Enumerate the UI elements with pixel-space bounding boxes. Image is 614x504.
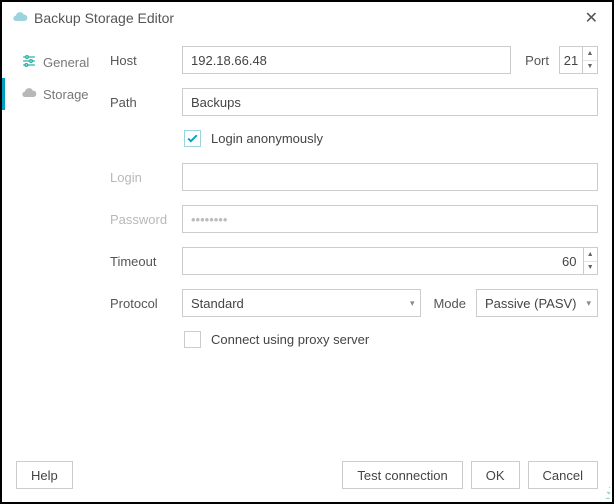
timeout-label: Timeout: [110, 254, 174, 269]
chevron-down-icon: ▾: [410, 298, 415, 309]
chevron-down-icon: ▾: [586, 298, 591, 309]
proxy-label: Connect using proxy server: [211, 332, 369, 347]
port-step-down[interactable]: ▼: [583, 61, 597, 74]
cloud-icon: [12, 9, 28, 28]
titlebar: Backup Storage Editor ✕: [2, 2, 612, 34]
backup-storage-editor-window: Backup Storage Editor ✕ General Storage …: [0, 0, 614, 504]
sidebar-item-label: Storage: [43, 87, 89, 102]
test-connection-button[interactable]: Test connection: [342, 461, 462, 489]
timeout-input[interactable]: [183, 248, 583, 274]
help-button[interactable]: Help: [16, 461, 73, 489]
timeout-spinner[interactable]: ▲ ▼: [182, 247, 598, 275]
port-label: Port: [519, 53, 551, 68]
sidebar-item-label: General: [43, 55, 89, 70]
login-anonymously-checkbox[interactable]: [184, 130, 201, 147]
password-label: Password: [110, 212, 174, 227]
protocol-value: Standard: [191, 296, 404, 311]
sidebar-item-storage[interactable]: Storage: [2, 78, 110, 110]
dialog-body: General Storage Host Port ▲ ▼: [2, 34, 612, 448]
footer: Help Test connection OK Cancel: [2, 448, 612, 502]
login-anonymously-label: Login anonymously: [211, 131, 323, 146]
mode-value: Passive (PASV): [485, 296, 580, 311]
mode-label: Mode: [429, 296, 468, 311]
path-input[interactable]: [182, 88, 598, 116]
login-input: [182, 163, 598, 191]
port-spinner[interactable]: ▲ ▼: [559, 46, 598, 74]
login-label: Login: [110, 170, 174, 185]
close-button[interactable]: ✕: [579, 8, 604, 28]
password-input: [182, 205, 598, 233]
cloud-icon: [21, 85, 37, 104]
window-title: Backup Storage Editor: [34, 10, 579, 26]
ok-button[interactable]: OK: [471, 461, 520, 489]
mode-select[interactable]: Passive (PASV) ▾: [476, 289, 598, 317]
cancel-button[interactable]: Cancel: [528, 461, 598, 489]
sliders-icon: [21, 53, 37, 72]
port-input[interactable]: [560, 47, 582, 73]
resize-grip[interactable]: ..:..::: [605, 487, 609, 499]
host-label: Host: [110, 53, 174, 68]
form-panel: Host Port ▲ ▼ Path Login: [110, 40, 598, 438]
protocol-label: Protocol: [110, 296, 174, 311]
sidebar-item-general[interactable]: General: [2, 46, 110, 78]
protocol-select[interactable]: Standard ▾: [182, 289, 421, 317]
timeout-step-down[interactable]: ▼: [584, 262, 598, 275]
proxy-checkbox[interactable]: [184, 331, 201, 348]
sidebar: General Storage: [2, 40, 110, 438]
timeout-step-up[interactable]: ▲: [584, 248, 598, 262]
host-input[interactable]: [182, 46, 511, 74]
path-label: Path: [110, 95, 174, 110]
port-step-up[interactable]: ▲: [583, 47, 597, 61]
